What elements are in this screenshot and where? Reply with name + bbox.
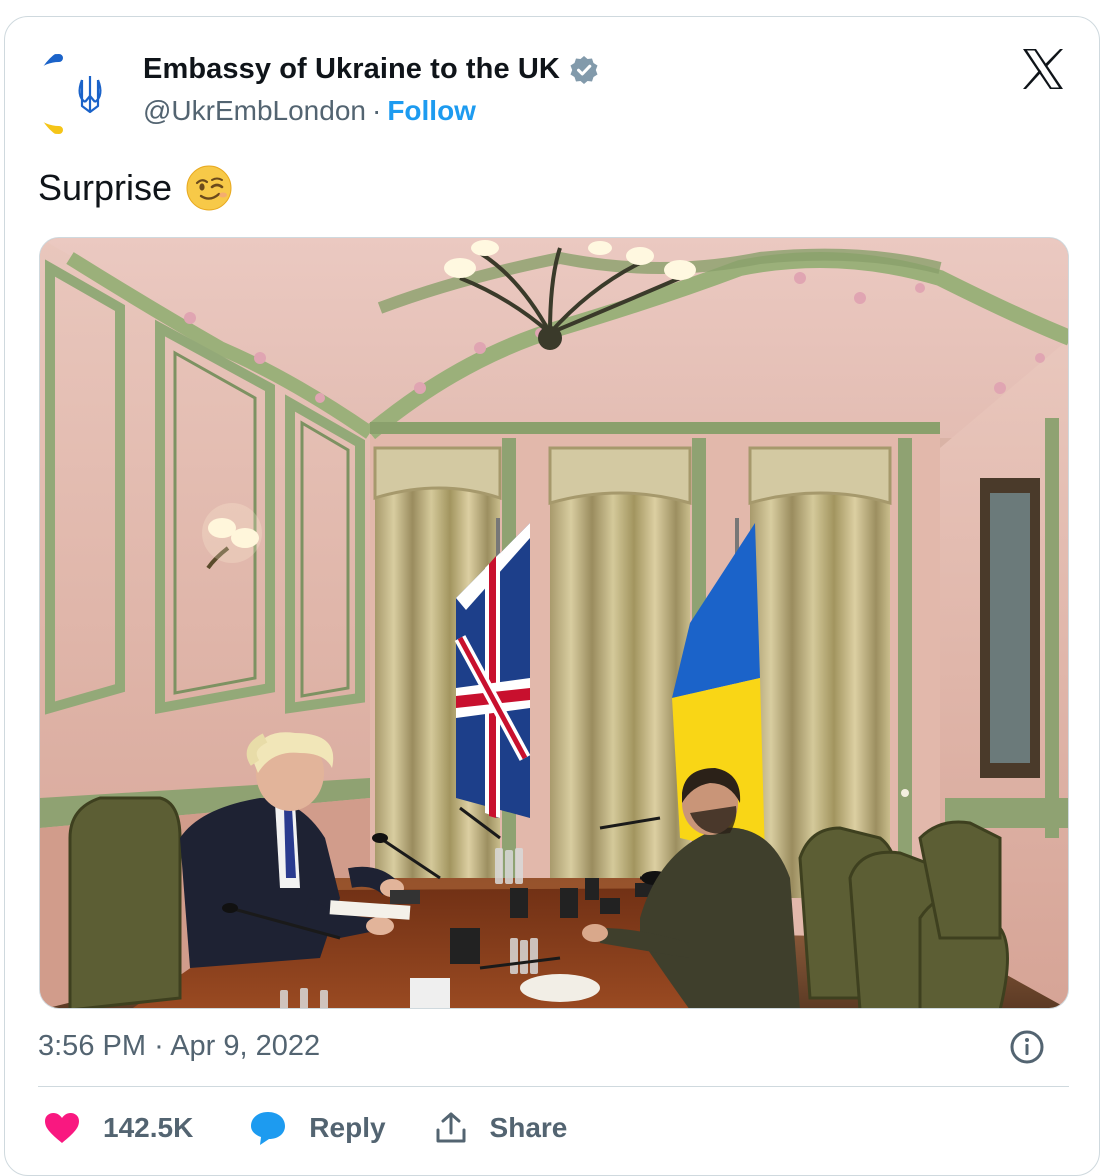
divider: [38, 1086, 1069, 1087]
tweet-text: Surprise: [38, 167, 173, 208]
tweet-date[interactable]: Apr 9, 2022: [170, 1030, 320, 1062]
tweet-photo[interactable]: [39, 237, 1069, 1009]
like-button[interactable]: 142.5K: [43, 1111, 193, 1145]
x-logo-icon[interactable]: [1021, 47, 1065, 91]
share-button[interactable]: Share: [434, 1111, 568, 1145]
tweet-embed-card: Embassy of Ukraine to the UK @UkrEmbLond…: [4, 16, 1100, 1176]
handle-separator: ·: [371, 95, 382, 126]
avatar[interactable]: [35, 44, 135, 144]
share-icon: [436, 1112, 466, 1143]
timestamp-separator: ·: [154, 1030, 164, 1062]
ukraine-embassy-logo: [35, 54, 102, 134]
heart-icon: [45, 1113, 79, 1143]
account-name[interactable]: Embassy of Ukraine to the UK: [143, 53, 560, 86]
reply-label: Reply: [309, 1112, 386, 1143]
reply-button[interactable]: Reply: [249, 1110, 386, 1146]
reply-bubble-icon: [251, 1112, 286, 1145]
tweet-timestamp[interactable]: 3:56 PM · Apr 9, 2022: [38, 1030, 320, 1063]
tweet-time[interactable]: 3:56 PM: [38, 1030, 146, 1062]
action-bar: 142.5K Reply Share: [43, 1110, 567, 1146]
share-label: Share: [489, 1112, 568, 1143]
account-handle[interactable]: @UkrEmbLondon: [143, 95, 366, 127]
like-count: 142.5K: [103, 1112, 194, 1143]
verified-badge-icon: [568, 54, 600, 86]
photo-meeting-room-with-flags: [40, 238, 1068, 1008]
info-icon[interactable]: [1009, 1029, 1045, 1065]
winking-face-icon: [186, 165, 232, 211]
follow-button[interactable]: Follow: [387, 95, 476, 127]
